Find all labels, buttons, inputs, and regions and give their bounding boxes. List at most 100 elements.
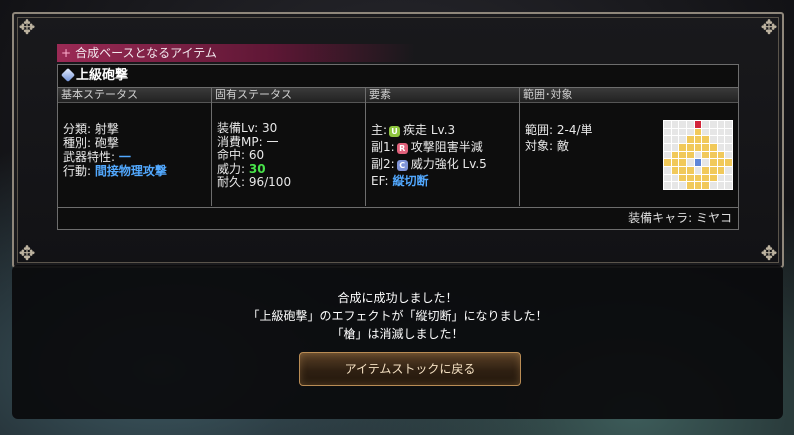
range-grid-cell: [725, 166, 732, 174]
main-element-label: 主:: [371, 123, 388, 137]
rarity-c-icon: C: [396, 160, 408, 171]
range-grid: [663, 120, 733, 190]
range-grid-cell: [717, 121, 725, 128]
action-label: 行動:: [63, 164, 92, 178]
category-text: 分類: 射撃: [63, 122, 119, 136]
range-grid-cell: [717, 128, 725, 136]
range-grid-cell: [725, 143, 732, 151]
range-grid-cell: [694, 182, 702, 189]
sub2-element-label: 副2:: [371, 157, 395, 171]
range-grid-cell: [725, 159, 732, 166]
equip-lv-text: 装備Lv: 30: [217, 121, 278, 135]
range-grid-cell: [709, 136, 717, 143]
range-grid-cell: [679, 121, 686, 128]
rarity-r-icon: R: [396, 143, 408, 154]
range-grid-cell: [709, 182, 717, 189]
range-grid-cell: [709, 143, 717, 151]
range-grid-cell: [679, 136, 686, 143]
range-grid-cell: [702, 136, 709, 143]
range-grid-cell: [702, 166, 709, 174]
range-grid-cell: [694, 159, 702, 166]
range-grid-cell: [671, 159, 679, 166]
range-grid-cell: [679, 159, 686, 166]
result-message-3: 「槍」は消滅しました！: [331, 327, 464, 341]
range-grid-cell: [686, 128, 694, 136]
power-label: 威力:: [217, 161, 246, 176]
basic-status-header: 基本ステータス: [58, 88, 211, 103]
sub1-element-label: 副1:: [371, 140, 395, 154]
accuracy-text: 命中: 60: [217, 148, 265, 162]
range-grid-cell: [725, 151, 732, 159]
ef-label: EF:: [371, 174, 389, 188]
sub2-element: 副2: C 威力強化 Lv.5: [371, 156, 487, 173]
range-grid-cell: [694, 128, 702, 136]
item-name: 上級砲撃: [76, 68, 129, 83]
range-target-header: 範囲･対象: [520, 88, 738, 103]
range-grid-cell: [671, 143, 679, 151]
range-grid-cell: [717, 151, 725, 159]
range-grid-cell: [686, 159, 694, 166]
range-text: 範囲: 2-4/単: [525, 123, 593, 137]
element-column: 要素 主: U 疾走 Lv.3 副1: R 攻撃阻害半減 副2: C 威力強化 Lv.5 E…: [366, 88, 520, 206]
sub1-element-value: 攻撃阻害半減: [410, 140, 483, 154]
range-grid-cell: [679, 174, 686, 182]
range-grid-cell: [702, 151, 709, 159]
result-dialog: 合成に成功しました！ 「上級砲撃」のエフェクトが「縦切断」になりました！ 「槍」…: [12, 265, 783, 419]
target-text: 対象: 敵: [525, 139, 569, 153]
range-grid-cell: [709, 151, 717, 159]
action-value: 間接物理攻撃: [94, 164, 167, 178]
range-grid-cell: [702, 182, 709, 189]
action: 行動: 間接物理攻撃: [63, 164, 167, 178]
range-grid-cell: [679, 182, 686, 189]
equip-character-text: 装備キャラ: ミヤコ: [628, 211, 732, 225]
main-element-value: 疾走 Lv.3: [403, 123, 456, 137]
range-grid-cell: [709, 174, 717, 182]
range-grid-cell: [694, 143, 702, 151]
weapon-trait: 武器特性: 一: [63, 150, 167, 164]
range-grid-cell: [694, 121, 702, 128]
range-grid-cell: [717, 174, 725, 182]
corner-ornament-icon: ✥: [760, 241, 778, 265]
result-message-2: 「上級砲撃」のエフェクトが「縦切断」になりました！: [247, 309, 548, 323]
item-name-row: 上級砲撃: [58, 65, 738, 88]
type-text: 種別: 砲撃: [63, 136, 119, 150]
range-grid-cell: [694, 151, 702, 159]
durability-text: 耐久: 96/100: [217, 175, 292, 189]
range-grid-cell: [725, 182, 732, 189]
ef-value: 縦切断: [392, 174, 429, 188]
range-grid-cell: [717, 159, 725, 166]
basic-status-column: 基本ステータス 分類: 射撃 種別: 砲撃 武器特性: 一 行動: 間接物理攻撃: [58, 88, 212, 206]
range-grid-cell: [725, 174, 732, 182]
corner-ornament-icon: ✥: [760, 15, 778, 39]
power: 威力: 30: [217, 161, 291, 177]
power-value: 30: [248, 161, 266, 176]
range-grid-cell: [671, 136, 679, 143]
range-grid-cell: [664, 159, 671, 166]
corner-ornament-icon: ✥: [18, 241, 36, 265]
range-grid-cell: [725, 128, 732, 136]
range-grid-cell: [686, 136, 694, 143]
range-grid-cell: [664, 121, 671, 128]
range-grid-cell: [679, 143, 686, 151]
range-grid-cell: [671, 166, 679, 174]
range-grid-cell: [702, 143, 709, 151]
range-grid-cell: [717, 182, 725, 189]
range-grid-cell: [702, 159, 709, 166]
ef-element: EF: 縦切断: [371, 173, 487, 190]
range-grid-cell: [671, 151, 679, 159]
range-grid-cell: [702, 174, 709, 182]
equip-character-row: 装備キャラ: ミヤコ: [58, 207, 738, 229]
return-to-item-stock-button[interactable]: アイテムストックに戻る: [299, 352, 521, 386]
range-grid-cell: [664, 182, 671, 189]
range-grid-cell: [725, 136, 732, 143]
range-grid-cell: [717, 143, 725, 151]
range-grid-cell: [686, 174, 694, 182]
sub1-element: 副1: R 攻撃阻害半減: [371, 139, 487, 156]
range-grid-cell: [686, 143, 694, 151]
item-pen-icon: [60, 67, 76, 83]
range-grid-cell: [671, 121, 679, 128]
range-grid-cell: [686, 166, 694, 174]
range-grid-cell: [686, 121, 694, 128]
range-grid-cell: [679, 128, 686, 136]
range-grid-cell: [702, 121, 709, 128]
